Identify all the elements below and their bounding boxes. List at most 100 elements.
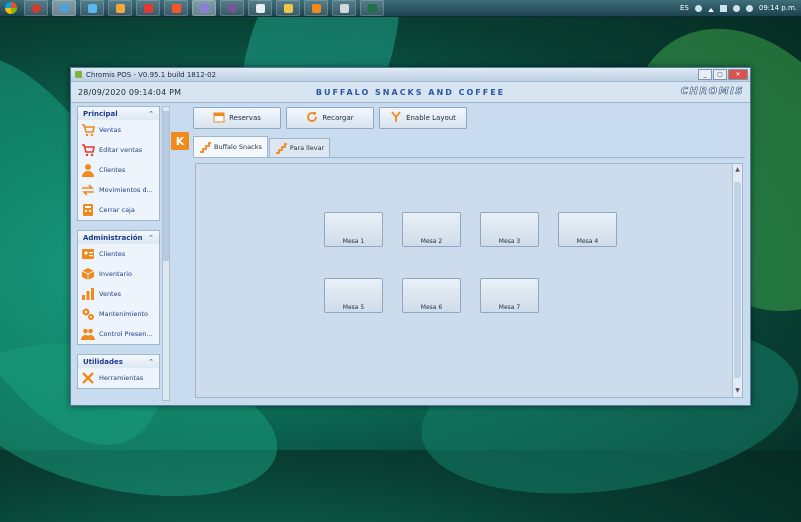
section-title: Utilidades <box>83 357 123 366</box>
language-indicator[interactable]: ES <box>680 4 689 12</box>
sidebar-item-ventes[interactable]: Ventes <box>78 284 159 304</box>
taskbar: ES 09:14 p.m. <box>0 0 801 17</box>
tab-para-llevar[interactable]: Para llevar <box>268 138 331 157</box>
sidebar-item-inventario[interactable]: Inventario <box>78 264 159 284</box>
sidebar-item-clientes-admin[interactable]: Clientes <box>78 244 159 264</box>
close-button[interactable]: ✕ <box>728 69 748 80</box>
volume-icon[interactable] <box>732 4 740 12</box>
sidebar-item-label: Editar ventas <box>99 146 143 154</box>
table-button[interactable]: Mesa 1 <box>324 212 383 247</box>
sidebar-item-control-presencia[interactable]: Control Presen... <box>78 324 159 344</box>
kitchen-badge[interactable]: K <box>171 132 189 150</box>
chromis-logo: CHROMIS <box>680 86 744 98</box>
folder-icon <box>283 3 293 13</box>
sidebar-item-clientes[interactable]: Clientes <box>78 160 159 180</box>
sidebar-item-label: Movimientos d... <box>99 186 153 194</box>
chevron-up-icon[interactable]: ⌃ <box>148 358 154 366</box>
refresh-icon <box>306 111 318 125</box>
taskbar-app-brave[interactable] <box>164 0 188 16</box>
calendar-icon <box>213 111 225 125</box>
cloud-icon[interactable] <box>745 4 753 12</box>
sidebar-item-label: Ventas <box>99 126 121 134</box>
sidebar-item-cerrar-caja[interactable]: Cerrar caja <box>78 200 159 220</box>
brave-icon <box>171 3 181 13</box>
chevron-up-icon[interactable]: ⌃ <box>148 234 154 242</box>
sidebar-item-label: Control Presen... <box>99 330 153 338</box>
taskbar-app-vpn[interactable] <box>192 0 216 16</box>
sidebar-item-editar-ventas[interactable]: Editar ventas <box>78 140 159 160</box>
sidebar-item-mantenimiento[interactable]: Mantenimiento <box>78 304 159 324</box>
section-header[interactable]: Administración ⌃ <box>78 231 159 244</box>
sidebar-item-label: Cerrar caja <box>99 206 135 214</box>
sidebar-item-label: Ventes <box>99 290 121 298</box>
taskbar-app-media[interactable] <box>108 0 132 16</box>
shop-name: BUFFALO SNACKS AND COFFEE <box>315 87 506 97</box>
tab-divider <box>193 157 745 158</box>
table-button[interactable]: Mesa 4 <box>558 212 617 247</box>
bar-chart-icon <box>81 287 95 301</box>
table-label: Mesa 2 <box>420 238 443 245</box>
reservas-button[interactable]: Reservas <box>193 107 281 129</box>
table-label: Mesa 6 <box>420 304 443 311</box>
signal-icon[interactable] <box>719 4 727 12</box>
stairs-icon <box>275 142 287 154</box>
recargar-button[interactable]: Recargar <box>286 107 374 129</box>
table-button[interactable]: Mesa 3 <box>480 212 539 247</box>
taskbar-app-excel[interactable] <box>360 0 384 16</box>
customer-icon <box>81 163 95 177</box>
section-title: Principal <box>83 109 118 118</box>
clock[interactable]: 09:14 p.m. <box>759 4 797 12</box>
taskbar-app-telegram[interactable] <box>52 0 76 16</box>
tab-label: Buffalo Snacks <box>214 143 262 151</box>
chevron-up-icon[interactable]: ⌃ <box>148 110 154 118</box>
gears-icon <box>81 307 95 321</box>
reservas-label: Reservas <box>229 114 261 122</box>
cart-icon <box>81 123 95 137</box>
scrollbar-thumb[interactable] <box>734 182 741 378</box>
tab-buffalo-snacks[interactable]: Buffalo Snacks <box>193 136 268 157</box>
maximize-button[interactable]: ▢ <box>713 69 727 80</box>
floor-scrollbar[interactable]: ▲ ▼ <box>732 164 742 397</box>
taskbar-app-opera[interactable] <box>24 0 48 16</box>
sidebar-scrollbar[interactable] <box>162 106 170 401</box>
table-button[interactable]: Mesa 6 <box>402 278 461 313</box>
table-button[interactable]: Mesa 5 <box>324 278 383 313</box>
sidebar-item-ventas[interactable]: Ventas <box>78 120 159 140</box>
sidebar-item-herramientas[interactable]: Herramientas <box>78 368 159 388</box>
taskbar-app-document[interactable] <box>248 0 272 16</box>
taskbar-app-youtube[interactable] <box>136 0 160 16</box>
chromis-icon <box>311 3 321 13</box>
taskbar-app-chromis[interactable] <box>304 0 328 16</box>
windows-logo-icon <box>5 2 17 14</box>
youtube-icon <box>143 3 153 13</box>
section-header[interactable]: Principal ⌃ <box>78 107 159 120</box>
media-player-icon <box>115 3 125 13</box>
tools-icon <box>81 371 95 385</box>
window-titlebar[interactable]: Chromis POS - V0.95.1 build 1812-02 _ ▢ … <box>71 68 750 82</box>
sidebar-item-movimientos[interactable]: Movimientos d... <box>78 180 159 200</box>
taskbar-app-twitter[interactable] <box>80 0 104 16</box>
sidebar: Principal ⌃ Ventas Editar ventas Cliente… <box>77 106 160 399</box>
table-label: Mesa 4 <box>576 238 599 245</box>
start-button[interactable] <box>0 0 22 16</box>
taskbar-app-folder[interactable] <box>276 0 300 16</box>
minimize-button[interactable]: _ <box>698 69 712 80</box>
enable-layout-button[interactable]: Enable Layout <box>379 107 467 129</box>
enable-layout-label: Enable Layout <box>406 114 456 122</box>
window-title: Chromis POS - V0.95.1 build 1812-02 <box>86 70 217 79</box>
table-button[interactable]: Mesa 7 <box>480 278 539 313</box>
section-header[interactable]: Utilidades ⌃ <box>78 355 159 368</box>
taskbar-app-viber[interactable] <box>220 0 244 16</box>
help-icon[interactable] <box>694 4 702 12</box>
scroll-up-arrow-icon[interactable]: ▲ <box>734 166 741 174</box>
table-label: Mesa 5 <box>342 304 365 311</box>
table-button[interactable]: Mesa 2 <box>402 212 461 247</box>
chevron-up-icon[interactable] <box>707 5 714 12</box>
calculator-icon <box>81 203 95 217</box>
box-icon <box>81 267 95 281</box>
opera-icon <box>31 3 41 13</box>
scrollbar-thumb[interactable] <box>163 111 169 261</box>
scroll-down-arrow-icon[interactable]: ▼ <box>734 387 741 395</box>
taskbar-app-notes[interactable] <box>332 0 356 16</box>
id-card-icon <box>81 247 95 261</box>
